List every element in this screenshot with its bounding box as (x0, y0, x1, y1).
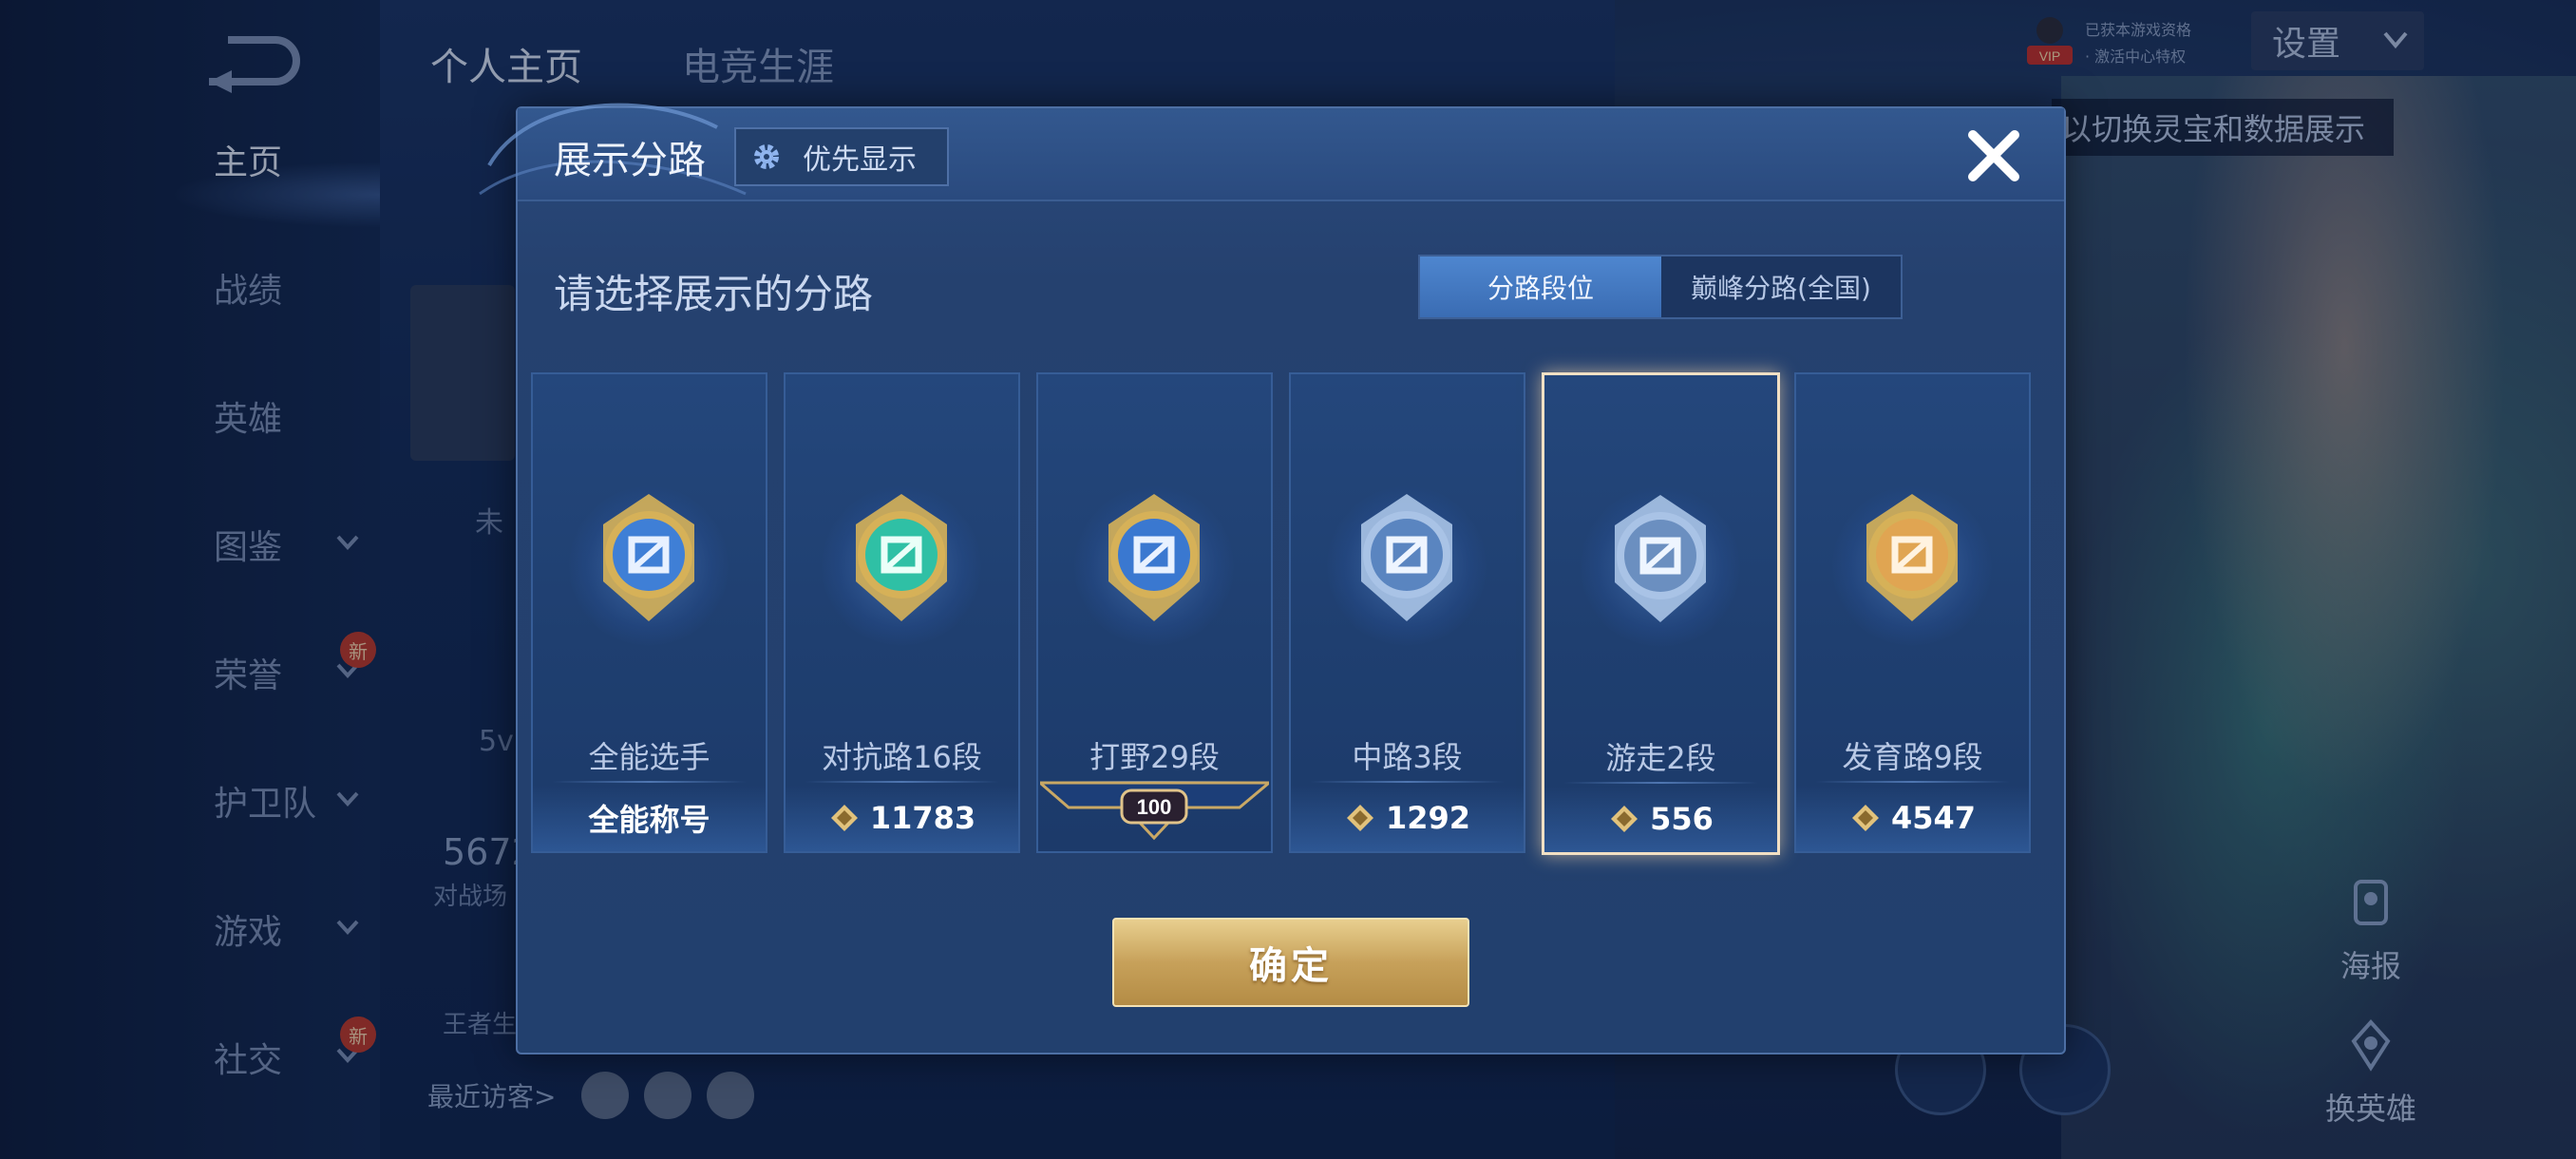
lane-card[interactable]: 打野29段 100 (1036, 372, 1273, 853)
tab-lane-rank[interactable]: 分路段位 (1420, 256, 1661, 317)
mid-lane-emblem-icon (1361, 494, 1452, 621)
farm-lane-emblem-icon (1866, 494, 1958, 621)
lane-points-icon (1851, 805, 1879, 831)
lane-name: 中路3段 (1352, 739, 1463, 775)
lane-footer: 4547 (1796, 785, 2029, 851)
lane-footer-text: 1292 (1385, 800, 1471, 836)
lane-name: 打野29段 (1089, 739, 1220, 775)
lane-card[interactable]: 游走2段 556 (1542, 372, 1780, 855)
star-count-badge: 100 (1040, 781, 1269, 841)
lane-footer: 全能称号 (533, 785, 766, 851)
gear-icon (754, 144, 779, 169)
lane-name: 全能选手 (588, 739, 710, 775)
lane-divider (1815, 781, 2010, 783)
dialog-title: 展示分路 (554, 139, 706, 182)
all-round-emblem-icon (603, 494, 694, 621)
lane-footer: 1292 (1291, 785, 1524, 851)
lane-card[interactable]: 全能选手 全能称号 (531, 372, 767, 853)
confirm-button[interactable]: 确定 (1112, 918, 1469, 1007)
lane-divider (1563, 782, 1758, 784)
clash-lane-emblem-icon (856, 494, 947, 621)
lane-footer-text: 556 (1650, 801, 1714, 837)
tab-peak-lane-national[interactable]: 巅峰分路(全国) (1661, 256, 1901, 317)
lane-card[interactable]: 对抗路16段 11783 (784, 372, 1020, 853)
lane-divider (1310, 781, 1505, 783)
lane-view-toggle: 分路段位 巅峰分路(全国) (1418, 255, 1903, 319)
lane-name: 游走2段 (1605, 740, 1716, 776)
lane-name: 对抗路16段 (822, 739, 982, 775)
lane-points-icon (1346, 805, 1373, 831)
lane-footer-text: 全能称号 (588, 802, 710, 838)
lane-card[interactable]: 发育路9段 4547 (1794, 372, 2031, 853)
lane-name: 发育路9段 (1842, 739, 1983, 775)
lane-footer-text: 11783 (869, 800, 976, 836)
lane-divider (805, 781, 999, 783)
dialog-header: 展示分路 优先显示 (479, 103, 2064, 201)
lane-footer-text: 4547 (1890, 800, 1977, 836)
lane-footer: 11783 (786, 785, 1018, 851)
lane-points-icon (830, 805, 858, 831)
star-count-text: 100 (1137, 795, 1172, 819)
dialog-subtitle: 请选择展示的分路 (554, 271, 874, 317)
jungle-emblem-icon (1108, 494, 1200, 621)
lane-footer: 556 (1544, 786, 1777, 852)
close-icon[interactable] (1963, 125, 2024, 186)
lane-display-dialog: 展示分路 优先显示 请选择展示的分路 分路段位 巅峰分路(全国) 全能选手全能称… (479, 103, 2066, 1054)
lane-points-icon (1611, 806, 1638, 832)
priority-display-label: 优先显示 (803, 143, 917, 177)
priority-display-button[interactable]: 优先显示 (734, 127, 949, 186)
roam-emblem-icon (1615, 495, 1706, 622)
lane-divider (552, 781, 747, 783)
lane-card[interactable]: 中路3段 1292 (1289, 372, 1525, 853)
